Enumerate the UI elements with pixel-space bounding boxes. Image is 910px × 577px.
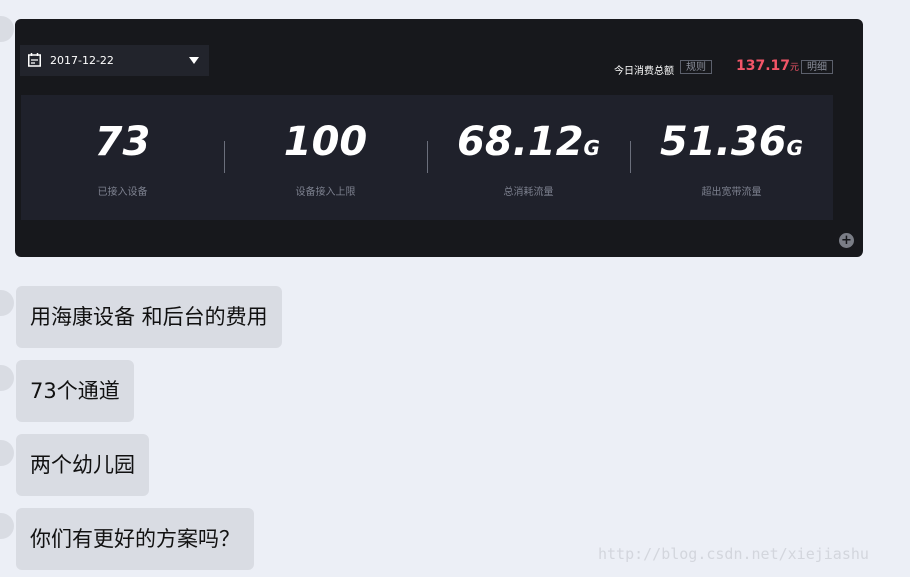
stat-caption: 设备接入上限 (295, 187, 356, 198)
rules-button[interactable]: 规则 (680, 60, 712, 74)
amount-unit: 元 (790, 63, 800, 73)
stat-value: 73 (21, 119, 224, 171)
stat-unit: G (786, 136, 803, 160)
avatar[interactable] (0, 16, 14, 42)
stat-value: 51.36G (630, 119, 833, 171)
stat-number: 68.12 (457, 119, 584, 165)
chevron-down-icon (189, 57, 199, 64)
chat-message[interactable]: 用海康设备 和后台的费用 (16, 286, 282, 348)
stat-excess-traffic: 51.36G 超出宽带流量 (630, 95, 833, 220)
stat-device-limit: 100 设备接入上限 (224, 95, 427, 220)
stat-caption: 已接入设备 (97, 187, 148, 198)
stat-number: 73 (94, 119, 151, 165)
today-total-amount: 137.17元 (736, 58, 799, 74)
stat-number: 100 (283, 119, 368, 165)
stat-caption: 总消耗流量 (503, 187, 554, 198)
today-total-label: 今日消费总额 (614, 66, 674, 77)
stat-caption: 超出宽带流量 (701, 187, 762, 198)
avatar[interactable] (0, 365, 14, 391)
chat-message[interactable]: 你们有更好的方案吗？ (16, 508, 254, 570)
date-picker[interactable]: 2017-12-22 (20, 45, 209, 76)
amount-value: 137.17 (736, 58, 791, 74)
chat-message[interactable]: 73个通道 (16, 360, 134, 422)
avatar[interactable] (0, 290, 14, 316)
detail-button[interactable]: 明细 (801, 60, 833, 74)
chat-message[interactable]: 两个幼儿园 (16, 434, 149, 496)
avatar[interactable] (0, 513, 14, 539)
stat-unit: G (583, 136, 600, 160)
stat-number: 51.36 (660, 119, 787, 165)
calendar-icon (28, 53, 41, 67)
stat-total-traffic: 68.12G 总消耗流量 (427, 95, 630, 220)
stat-value: 68.12G (427, 119, 630, 171)
avatar[interactable] (0, 440, 14, 466)
date-value: 2017-12-22 (50, 54, 114, 67)
stats-panel: 73 已接入设备 100 设备接入上限 68.12G 总消耗流量 51.36G … (21, 95, 833, 220)
watermark: http://blog.csdn.net/xiejiashu (598, 545, 869, 563)
image-message[interactable]: 2017-12-22 今日消费总额 规则 137.17元 明细 73 已接入设备… (15, 19, 863, 257)
stat-value: 100 (224, 119, 427, 171)
stat-devices-connected: 73 已接入设备 (21, 95, 224, 220)
plus-icon[interactable]: + (839, 233, 854, 248)
